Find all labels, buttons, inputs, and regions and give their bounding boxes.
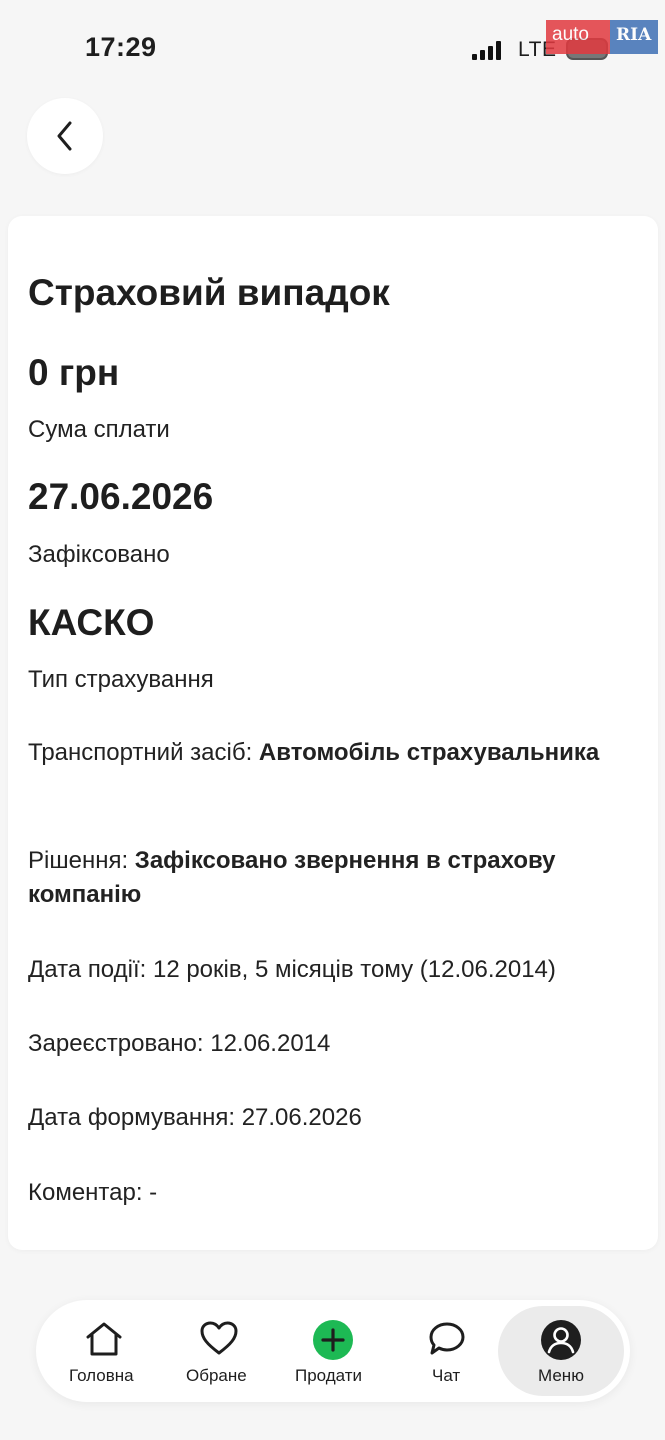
nav-item-sell[interactable]: Продати [292, 1300, 374, 1402]
vehicle-row: Транспортний засіб: Автомобіль страхувал… [28, 736, 638, 770]
plus-circle-icon [313, 1320, 353, 1360]
signal-icon [472, 40, 501, 60]
nav-item-favorites[interactable]: Обране [182, 1300, 258, 1402]
registered-date: Зареєстровано: 12.06.2014 [28, 1030, 331, 1057]
back-button[interactable] [27, 98, 103, 174]
watermark-ria: RIA [610, 20, 658, 54]
nav-label-menu: Меню [538, 1366, 584, 1385]
status-bar: 17:29 LTE auto RIA [0, 0, 665, 100]
insurance-type-label: Тип страхування [28, 666, 214, 693]
date-value: 27.06.2026 [28, 476, 214, 517]
nav-label-chat: Чат [432, 1366, 461, 1385]
home-icon [86, 1322, 122, 1356]
chevron-left-icon [57, 121, 72, 151]
comment: Коментар: - [28, 1179, 158, 1206]
event-date: Дата події: 12 років, 5 місяців тому (12… [28, 956, 556, 983]
decision-label: Рішення: [28, 847, 129, 874]
user-icon [541, 1320, 581, 1360]
nav-item-chat[interactable]: Чат [422, 1300, 472, 1402]
amount-label: Сума сплати [28, 416, 170, 443]
nav-label-home: Головна [69, 1366, 134, 1385]
nav-item-home[interactable]: Головна [66, 1300, 142, 1402]
insurance-type-value: КАСКО [28, 602, 155, 643]
nav-label-sell: Продати [295, 1366, 363, 1385]
amount-value: 0 грн [28, 352, 120, 393]
watermark-logo: auto RIA [546, 20, 658, 54]
card-title: Страховий випадок [28, 272, 390, 313]
insurance-case-card: Страховий випадок 0 грн Сума сплати 27.0… [8, 216, 658, 1250]
watermark-auto: auto [546, 20, 610, 54]
formed-date: Дата формування: 27.06.2026 [28, 1104, 362, 1131]
decision-row: Рішення: Зафіксовано звернення в страхов… [28, 844, 638, 912]
heart-icon [200, 1321, 238, 1355]
nav-item-menu[interactable]: Меню [532, 1300, 590, 1402]
date-label: Зафіксовано [28, 541, 170, 568]
bottom-nav: Головна Обране Продати Чат Меню [36, 1300, 630, 1402]
vehicle-value: Автомобіль страхувальника [258, 739, 600, 766]
nav-label-favorites: Обране [186, 1366, 247, 1385]
status-time: 17:29 [85, 32, 157, 62]
chat-icon [429, 1322, 465, 1355]
vehicle-label: Транспортний засіб: [28, 739, 253, 766]
